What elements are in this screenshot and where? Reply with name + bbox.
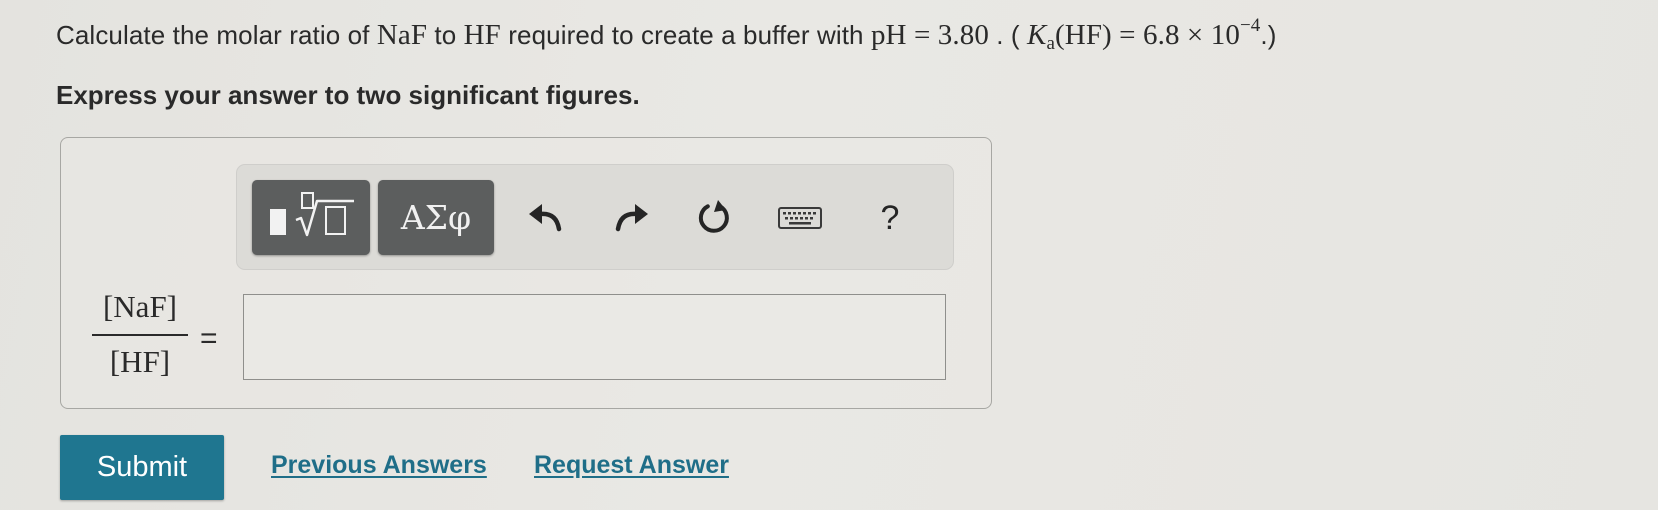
question-text: Calculate the molar ratio of NaF to HF r… <box>56 10 1276 60</box>
ph-equals: = <box>913 19 931 51</box>
answer-input[interactable] <box>243 294 946 380</box>
question-connector: to <box>434 20 457 50</box>
ka-base: 10 <box>1210 19 1240 51</box>
fraction-denominator: [HF] <box>109 344 171 379</box>
templates-radical-icon <box>262 189 360 246</box>
fraction-bar <box>92 334 188 336</box>
request-answer-link[interactable]: Request Answer <box>534 448 729 482</box>
reset-icon[interactable] <box>686 190 742 246</box>
question-middle: required to create a buffer with <box>508 20 864 50</box>
submit-button[interactable]: Submit <box>60 435 224 500</box>
templates-button[interactable] <box>252 180 370 255</box>
equals-sign: = <box>200 322 218 355</box>
previous-answers-link[interactable]: Previous Answers <box>271 448 487 482</box>
question-separator: . ( <box>996 20 1020 50</box>
greek-symbols-button[interactable]: ΑΣφ <box>378 180 494 255</box>
ka-exponent: −4 <box>1239 15 1261 36</box>
ph-expression: pH = 3.80 <box>871 19 989 51</box>
ph-value: 3.80 <box>937 19 989 51</box>
help-button[interactable]: ? <box>862 190 918 246</box>
fraction-numerator: [NaF] <box>102 289 178 324</box>
redo-icon[interactable] <box>603 190 659 246</box>
times-sign: × <box>1186 19 1204 51</box>
ph-symbol: pH <box>870 19 907 51</box>
ka-equals: = <box>1119 19 1136 51</box>
question-intro: Calculate the molar ratio of <box>56 20 370 50</box>
ka-symbol: K <box>1027 19 1047 51</box>
instruction-text: Express your answer to two significant f… <box>56 80 640 110</box>
ratio-fraction: [NaF] [HF] <box>90 285 190 384</box>
species-naf: NaF <box>376 19 428 51</box>
keyboard-icon[interactable] <box>772 190 828 246</box>
ka-species: (HF) <box>1055 19 1112 51</box>
ka-subscript: a <box>1046 33 1056 54</box>
undo-icon[interactable] <box>518 190 574 246</box>
species-hf: HF <box>463 19 501 51</box>
ka-expression: Ka(HF) = 6.8 × 10−4 <box>1027 16 1260 54</box>
question-close: .) <box>1260 20 1277 50</box>
ka-mantissa: 6.8 <box>1143 19 1180 51</box>
